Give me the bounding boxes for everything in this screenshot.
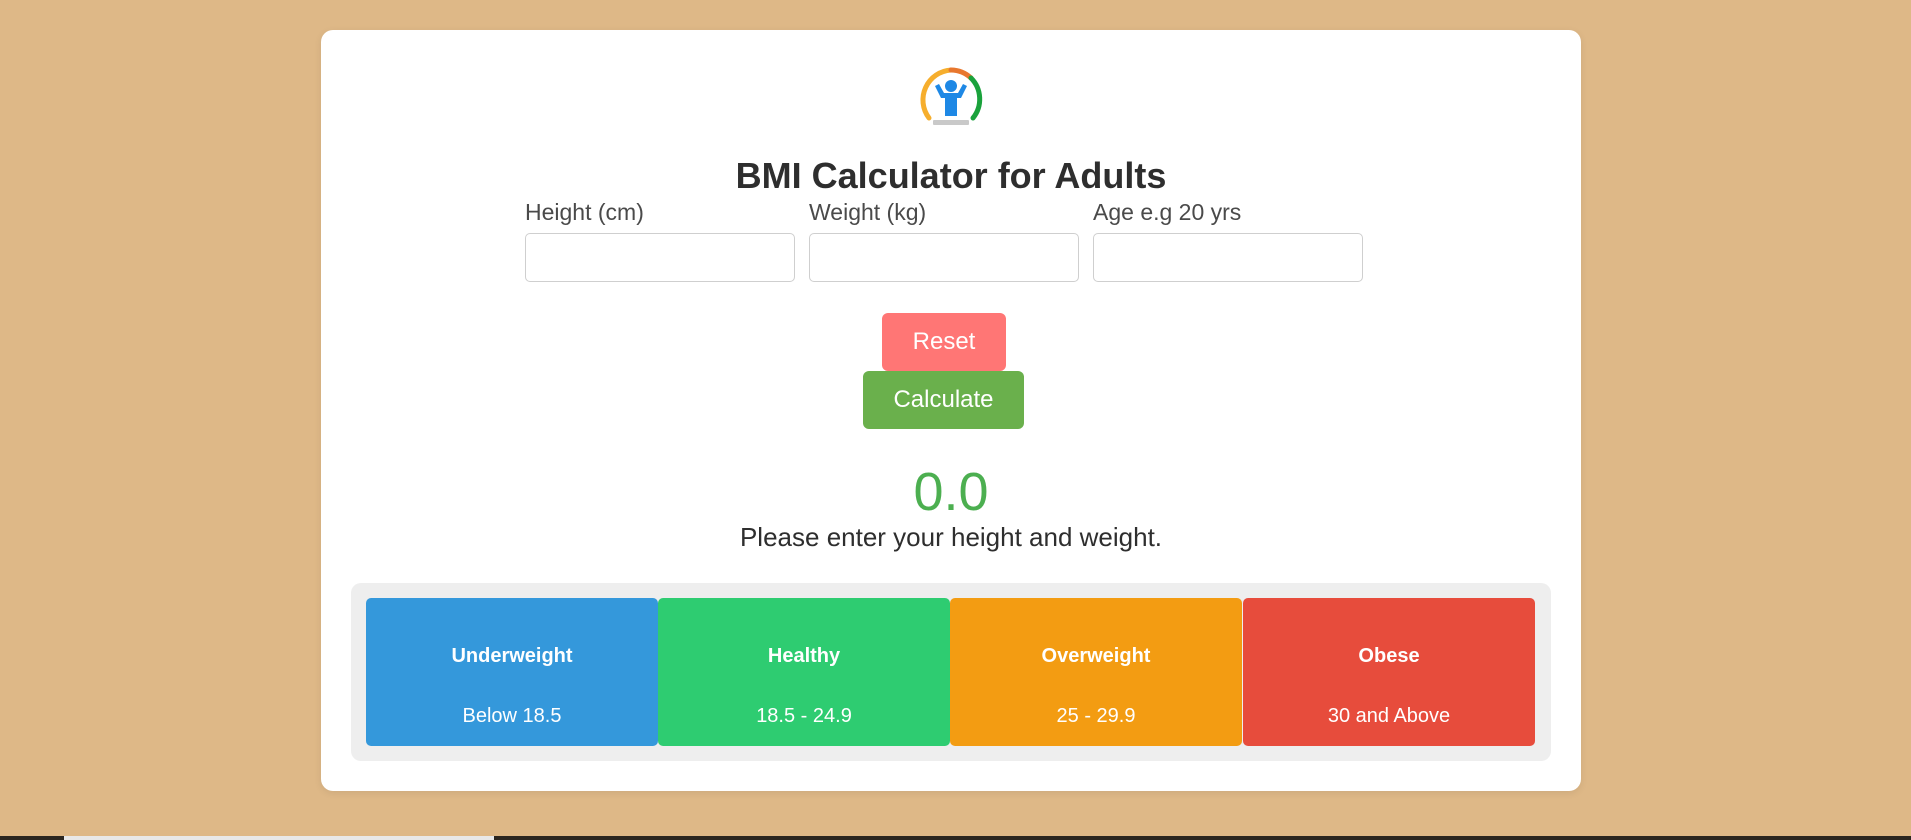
bmi-result-message: Please enter your height and weight.	[739, 522, 1163, 552]
height-input[interactable]	[525, 233, 795, 282]
category-obese: Obese 30 and Above	[1243, 598, 1535, 746]
age-label: Age e.g 20 yrs	[1093, 199, 1242, 225]
category-underweight: Underweight Below 18.5	[366, 598, 658, 746]
bmi-categories-panel: Underweight Below 18.5 Healthy 18.5 - 24…	[351, 583, 1551, 761]
calculate-button[interactable]: Calculate	[863, 371, 1024, 429]
height-label: Height (cm)	[525, 199, 644, 225]
age-field-group: Age e.g 20 yrs	[1093, 198, 1363, 282]
reset-button[interactable]: Reset	[882, 313, 1006, 371]
bmi-result-value: 0.0	[913, 462, 989, 522]
category-range: 25 - 29.9	[1056, 705, 1136, 727]
page-title: BMI Calculator for Adults	[735, 155, 1167, 196]
bmi-calculator-card: BMI Calculator for Adults Height (cm) We…	[321, 30, 1581, 791]
category-name: Healthy	[767, 645, 841, 667]
category-range: 18.5 - 24.9	[756, 705, 852, 727]
weight-input[interactable]	[809, 233, 1079, 282]
weight-label: Weight (kg)	[809, 199, 927, 225]
taskbar-highlight	[64, 836, 494, 840]
category-name: Obese	[1358, 645, 1420, 667]
category-overweight: Overweight 25 - 29.9	[950, 598, 1242, 746]
age-input[interactable]	[1093, 233, 1363, 282]
category-range: Below 18.5	[462, 705, 562, 727]
category-name: Underweight	[451, 645, 573, 667]
category-range: 30 and Above	[1327, 705, 1451, 727]
weight-field-group: Weight (kg)	[809, 198, 1079, 282]
taskbar-strip	[0, 836, 1911, 840]
category-healthy: Healthy 18.5 - 24.9	[658, 598, 950, 746]
height-field-group: Height (cm)	[525, 198, 795, 282]
category-name: Overweight	[1041, 645, 1151, 667]
bmi-fitness-gauge-icon	[920, 67, 983, 125]
